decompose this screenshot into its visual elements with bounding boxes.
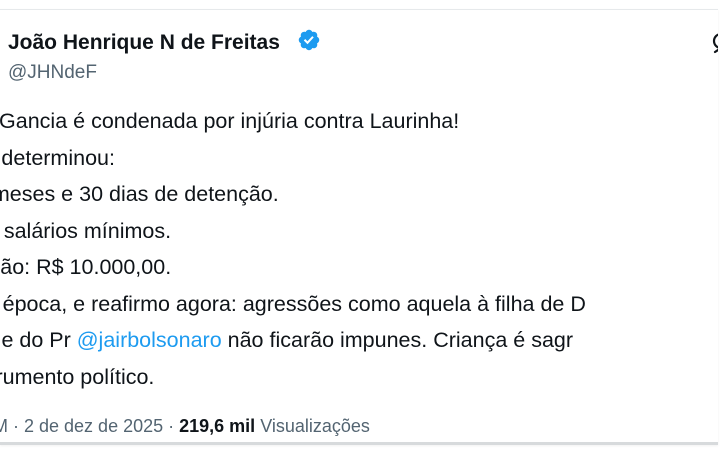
tweet-line: elle e do Pr @jairbolsonaro não ficarão … (0, 322, 718, 359)
tweet-line: tiça determinou: (0, 145, 115, 170)
views-count[interactable]: 219,6 mil (179, 416, 255, 436)
tweet-line: ara Gancia é condenada por injúria contr… (0, 109, 460, 133)
author-handle[interactable]: @JHNdeF (8, 62, 97, 84)
tweet-text-segment: elle e do Pr (0, 328, 71, 352)
tweet-line: ização: R$ 10.000,00. (0, 255, 172, 279)
tweet-card: João Henrique N de Freitas @JHNdeF ara G… (0, 9, 718, 445)
mention-link[interactable]: @jairbolsonaro (77, 328, 222, 352)
tweet-text: ara Gancia é condenada por injúria contr… (0, 103, 718, 395)
author-name[interactable]: João Henrique N de Freitas (8, 31, 280, 55)
tweet-line: : 10 salários mínimos. (0, 218, 172, 243)
separator: · (163, 416, 180, 436)
post-time[interactable]: M (0, 416, 8, 436)
tweet-line: instrumento político. (0, 364, 155, 389)
tweet-line: : 3 meses e 30 dias de detenção. (0, 182, 279, 206)
verified-badge-icon (298, 29, 320, 51)
tweet-text-segment: não ficarão impunes. Criança é sagr (221, 328, 574, 352)
tweet-line: ei à época, e reafirmo agora: agressões … (0, 291, 586, 316)
tweet-metadata: M · 2 de dez de 2025 · 219,6 mil Visuali… (0, 416, 370, 437)
post-date[interactable]: 2 de dez de 2025 (24, 416, 163, 436)
more-options-icon[interactable] (712, 30, 718, 54)
views-label: Visualizações (255, 416, 370, 436)
separator: · (8, 416, 24, 436)
